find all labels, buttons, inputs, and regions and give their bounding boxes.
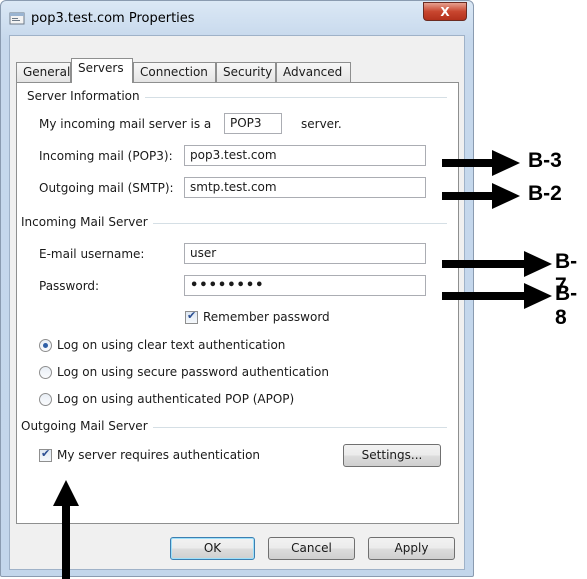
annotation-b8: B-8: [555, 282, 578, 329]
close-button[interactable]: X: [423, 2, 467, 21]
outgoing-mail-field[interactable]: smtp.test.com: [184, 177, 426, 198]
tab-servers[interactable]: Servers: [71, 58, 133, 83]
radio-clear-text[interactable]: [39, 339, 52, 352]
radio-clear-text-label: Log on using clear text authentication: [57, 338, 286, 352]
radio-apop-label: Log on using authenticated POP (APOP): [57, 392, 295, 406]
annotation-b3: B-3: [528, 149, 562, 172]
incoming-mail-label: Incoming mail (POP3):: [39, 149, 173, 163]
incoming-type-prefix: My incoming mail server is a: [39, 117, 212, 131]
incoming-type-suffix: server.: [301, 117, 342, 131]
outgoing-mail-label: Outgoing mail (SMTP):: [39, 181, 174, 195]
radio-secure-password-label: Log on using secure password authenticat…: [57, 365, 329, 379]
account-properties-icon: [9, 12, 25, 25]
password-label: Password:: [39, 279, 100, 293]
remember-password-label: Remember password: [203, 310, 330, 324]
server-info-group-label: Server Information: [27, 89, 145, 103]
radio-secure-password[interactable]: [39, 366, 52, 379]
window-title: pop3.test.com Properties: [31, 11, 195, 26]
remember-password-checkbox[interactable]: [185, 309, 198, 324]
right-arrow-icon: [442, 283, 552, 309]
servers-panel: Server Information My incoming mail serv…: [16, 82, 459, 524]
apply-button[interactable]: Apply: [368, 537, 455, 560]
right-arrow-icon: [442, 251, 552, 277]
right-arrow-icon: [442, 150, 520, 176]
username-field[interactable]: user: [184, 243, 426, 264]
ok-button[interactable]: OK: [170, 537, 255, 560]
password-field[interactable]: ••••••••: [184, 275, 426, 296]
username-label: E-mail username:: [39, 247, 145, 261]
annotation-b2: B-2: [528, 182, 562, 205]
incoming-server-group-label: Incoming Mail Server: [21, 215, 153, 229]
cancel-button[interactable]: Cancel: [268, 537, 355, 560]
tab-advanced[interactable]: Advanced: [276, 62, 351, 82]
outgoing-server-group-label: Outgoing Mail Server: [21, 419, 153, 433]
incoming-mail-field[interactable]: pop3.test.com: [184, 145, 426, 166]
right-arrow-icon: [442, 183, 520, 209]
requires-auth-label: My server requires authentication: [57, 448, 261, 462]
tab-general[interactable]: General: [16, 62, 71, 82]
settings-button[interactable]: Settings...: [343, 444, 441, 467]
radio-apop[interactable]: [39, 393, 52, 406]
tab-connection[interactable]: Connection: [133, 62, 216, 82]
tab-security[interactable]: Security: [216, 62, 276, 82]
up-arrow-icon: [53, 480, 79, 579]
requires-auth-checkbox[interactable]: [39, 447, 52, 462]
server-type-field[interactable]: POP3: [224, 113, 282, 134]
title-bar[interactable]: pop3.test.com Properties X: [1, 1, 473, 35]
